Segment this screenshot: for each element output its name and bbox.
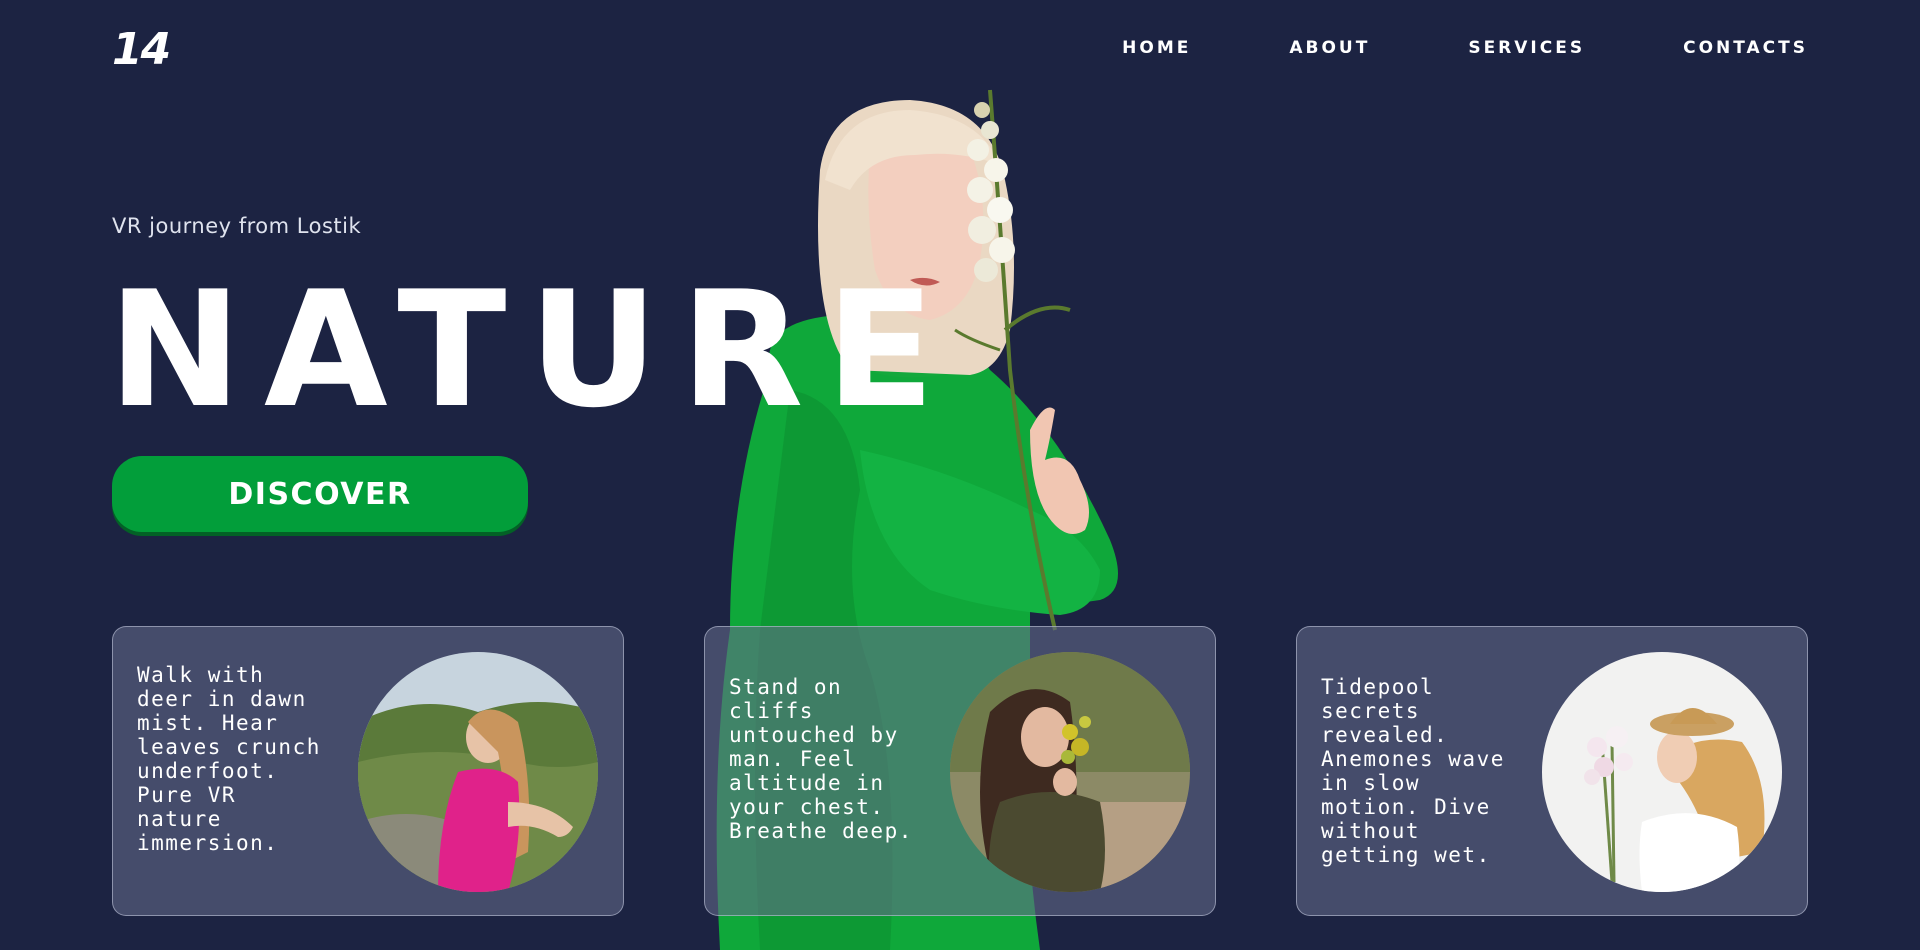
card-photo-woman-flowers	[950, 652, 1190, 892]
card-description: Stand on cliffs untouched by man. Feel a…	[729, 675, 913, 843]
hero-subtitle: VR journey from Lostik	[112, 214, 362, 238]
card-description: Tidepool secrets revealed. Anemones wave…	[1321, 675, 1505, 867]
main-nav: HOME ABOUT SERVICES CONTACTS	[1122, 38, 1808, 58]
feature-card-forest[interactable]: Walk with deer in dawn mist. Hear leaves…	[112, 626, 624, 916]
card-description: Walk with deer in dawn mist. Hear leaves…	[137, 663, 321, 855]
feature-card-cliffs[interactable]: Stand on cliffs untouched by man. Feel a…	[704, 626, 1216, 916]
nav-about[interactable]: ABOUT	[1289, 38, 1370, 58]
card-photo-woman-hills	[358, 652, 598, 892]
nav-contacts[interactable]: CONTACTS	[1683, 38, 1808, 58]
hero-headline: NATURE	[108, 256, 957, 443]
logo[interactable]: 14	[112, 24, 171, 75]
nav-home[interactable]: HOME	[1122, 38, 1191, 58]
feature-card-tidepool[interactable]: Tidepool secrets revealed. Anemones wave…	[1296, 626, 1808, 916]
card-photo-woman-hat	[1542, 652, 1782, 892]
discover-button[interactable]: DISCOVER	[112, 456, 528, 532]
nav-services[interactable]: SERVICES	[1468, 38, 1585, 58]
